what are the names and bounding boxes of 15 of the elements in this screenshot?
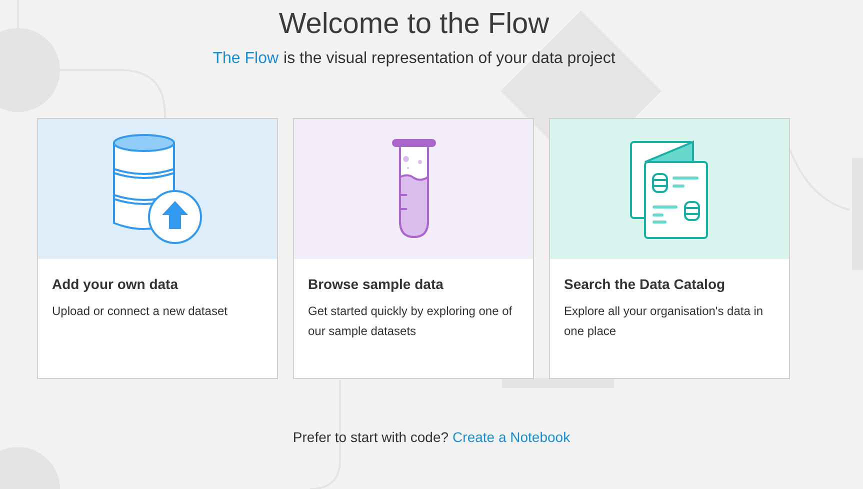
page-title: Welcome to the Flow [278, 7, 550, 42]
card-description: Upload or connect a new dataset [52, 303, 228, 320]
card-description: Get started quickly by exploring one of our sample datasets [308, 303, 514, 340]
card-description: Explore all your organisation's data in one place [564, 303, 764, 340]
option-card[interactable]: Add your own data Upload or connect a new dataset [37, 118, 278, 379]
option-card[interactable]: Browse sample data Get started quickly by exploring one of our sample datasets [293, 118, 534, 379]
footer-text: Prefer to start with code? [292, 429, 449, 445]
card-title: Browse sample data [308, 276, 444, 292]
option-card[interactable]: Search the Data Catalog Explore all your organisation's data in one place [549, 118, 790, 379]
subtitle-text: is the visual representation of your data project [284, 50, 616, 68]
catalog-booklet-icon [628, 138, 710, 240]
card-title: Search the Data Catalog [564, 276, 726, 292]
database-upload-icon [110, 133, 204, 245]
test-tube-icon [390, 137, 438, 241]
card-title: Add your own data [52, 276, 180, 292]
